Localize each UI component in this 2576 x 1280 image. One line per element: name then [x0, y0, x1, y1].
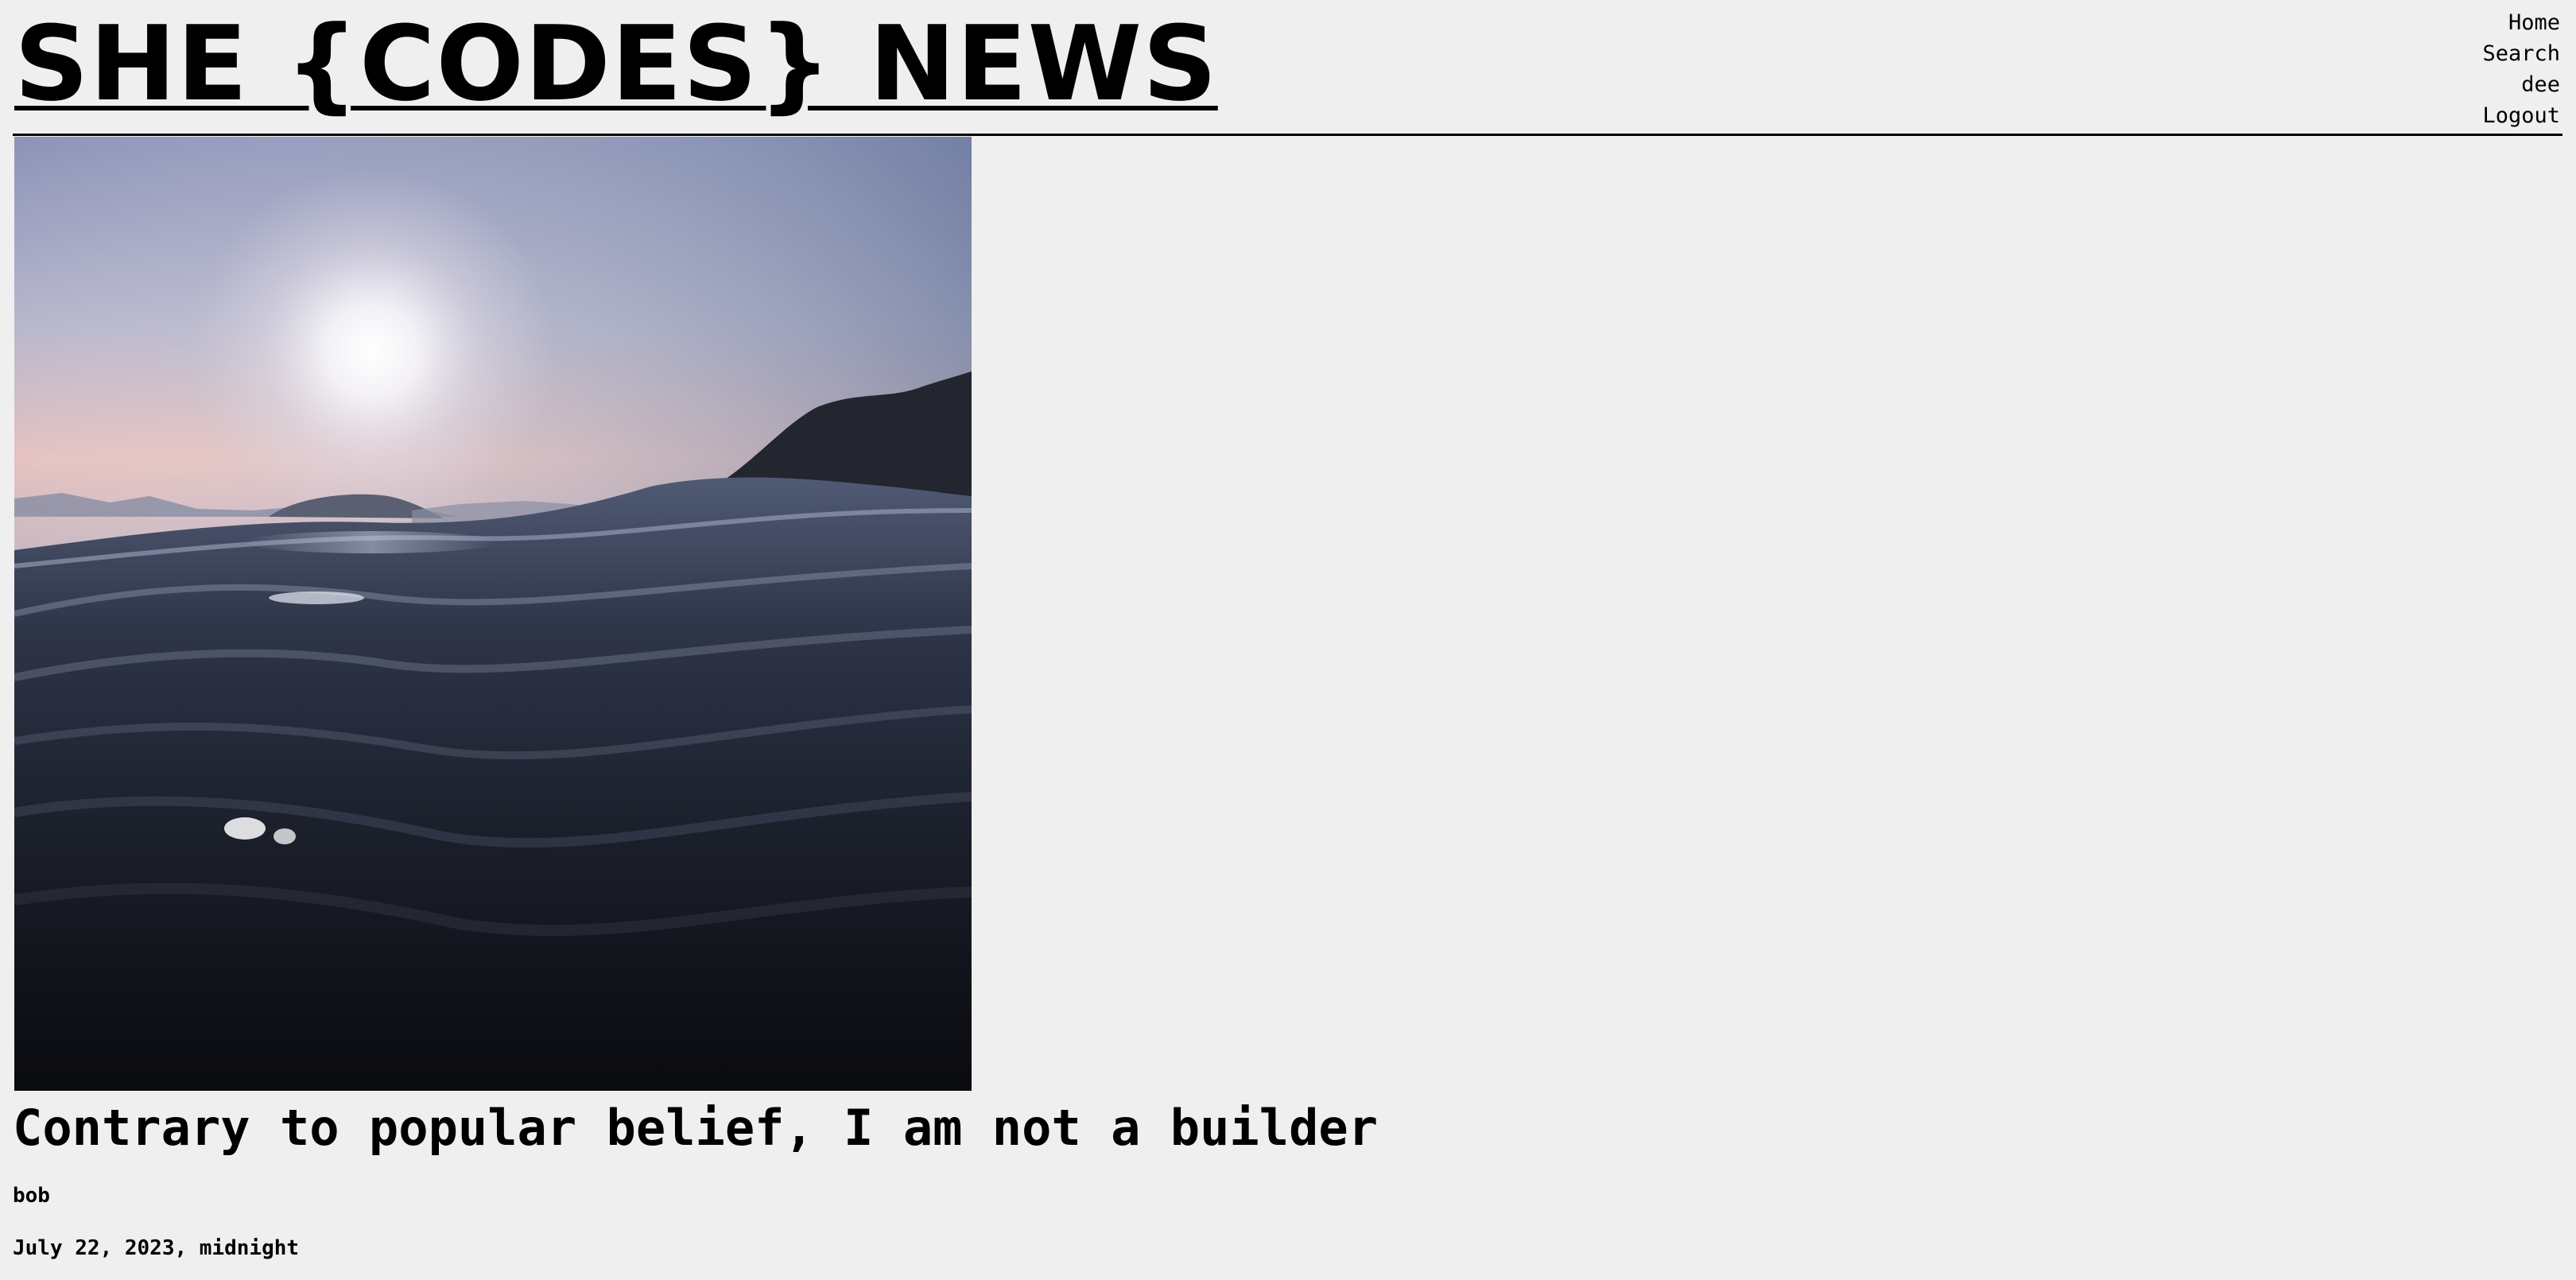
main-nav: Home Search dee Logout: [2482, 10, 2560, 129]
ocean-sunset-image: [14, 137, 972, 1091]
article-date: July 22, 2023, midnight: [13, 1236, 300, 1260]
nav-logout-link[interactable]: Logout: [2482, 103, 2560, 129]
article-hero-image: [14, 137, 972, 1091]
nav-search-link[interactable]: Search: [2482, 41, 2560, 67]
article-title: Contrary to popular belief, I am not a b…: [13, 1099, 1379, 1157]
nav-user-link[interactable]: dee: [2482, 72, 2560, 98]
header-divider: [13, 134, 2562, 136]
article-author: bob: [13, 1184, 50, 1208]
site-title-link[interactable]: SHE {CODES} NEWS: [14, 6, 1218, 122]
nav-home-link[interactable]: Home: [2482, 10, 2560, 36]
